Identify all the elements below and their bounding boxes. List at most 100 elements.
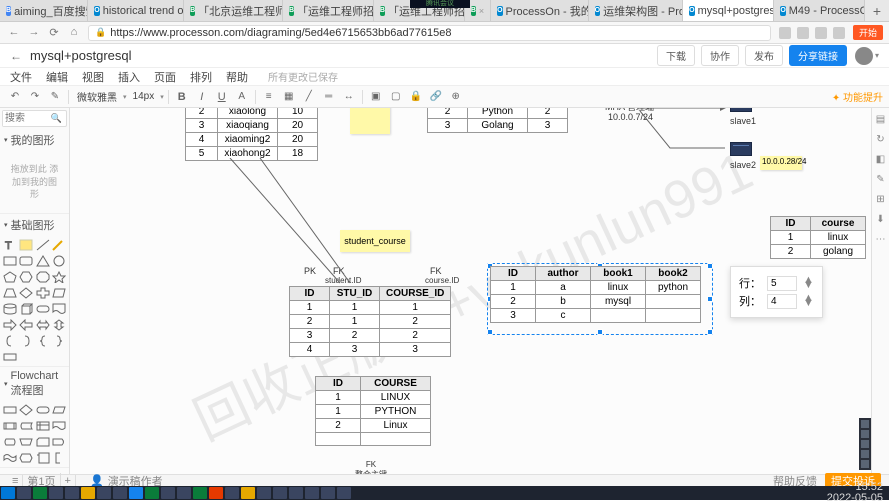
taskbar-icon[interactable] bbox=[145, 487, 159, 499]
taskbar-icon[interactable] bbox=[17, 487, 31, 499]
browser-tab[interactable]: Baiming_百度搜索× bbox=[0, 0, 88, 22]
taskbar-icon[interactable] bbox=[257, 487, 271, 499]
taskbar-icon[interactable] bbox=[129, 487, 143, 499]
start-button[interactable]: 开始 bbox=[853, 25, 883, 40]
close-icon[interactable]: × bbox=[479, 6, 484, 16]
comment-icon[interactable]: ⊕ bbox=[447, 89, 465, 105]
shape-cylinder[interactable] bbox=[3, 302, 17, 316]
browser-tab[interactable]: B「北京运维工程师...× bbox=[184, 0, 283, 22]
shape-plus[interactable] bbox=[36, 286, 50, 300]
menu-view[interactable]: 视图 bbox=[82, 69, 104, 85]
shape-process[interactable] bbox=[3, 403, 17, 417]
browser-tab[interactable]: B「运维工程师招...× bbox=[283, 0, 374, 22]
front-icon[interactable]: ▣ bbox=[367, 89, 385, 105]
collab-button[interactable]: 协作 bbox=[701, 45, 739, 66]
shape-rect[interactable] bbox=[3, 254, 17, 268]
size-select[interactable]: 14px bbox=[129, 91, 159, 102]
shape-predef[interactable] bbox=[3, 419, 17, 433]
shape-internal[interactable] bbox=[36, 419, 50, 433]
taskbar-icon[interactable] bbox=[193, 487, 207, 499]
pages-icon[interactable]: ≡ bbox=[8, 475, 23, 487]
add-page-icon[interactable]: + bbox=[61, 475, 76, 487]
menu-edit[interactable]: 编辑 bbox=[46, 69, 68, 85]
extension-icon[interactable] bbox=[833, 27, 845, 39]
menu-page[interactable]: 页面 bbox=[154, 69, 176, 85]
shape-manual[interactable] bbox=[19, 435, 33, 449]
shape-circle[interactable] bbox=[52, 254, 66, 268]
avatar[interactable] bbox=[855, 47, 873, 65]
taskbar-icon[interactable] bbox=[49, 487, 63, 499]
server-icon[interactable] bbox=[730, 142, 752, 156]
sticky-note[interactable] bbox=[350, 108, 390, 134]
shape-doc2[interactable] bbox=[52, 419, 66, 433]
taskbar-icon[interactable] bbox=[225, 487, 239, 499]
float-icon[interactable] bbox=[861, 430, 869, 438]
taskbar-icon[interactable] bbox=[337, 487, 351, 499]
table-course[interactable]: IDCOURSE 1LINUX 1PYTHON 2Linux bbox=[315, 376, 431, 446]
shape-capsule[interactable] bbox=[36, 302, 50, 316]
shape-data[interactable] bbox=[52, 403, 66, 417]
new-tab-button[interactable]: + bbox=[865, 3, 889, 19]
reload-icon[interactable]: ⟳ bbox=[48, 26, 60, 39]
taskbar-icon[interactable] bbox=[305, 487, 319, 499]
download-button[interactable]: 下载 bbox=[657, 45, 695, 66]
shape-brace-r[interactable] bbox=[52, 334, 66, 348]
address-bar[interactable]: 🔒https://www.processon.com/diagraming/5e… bbox=[88, 25, 771, 41]
grid-icon[interactable]: ⊞ bbox=[875, 194, 887, 206]
table-lang[interactable]: 2Python2 3Golang3 bbox=[427, 108, 568, 133]
shape-arrow-r[interactable] bbox=[3, 318, 17, 332]
table-books[interactable]: IDauthorbook1book2 1alinuxpython 2bmysql… bbox=[490, 266, 701, 323]
shape-terminator[interactable] bbox=[36, 403, 50, 417]
menu-help[interactable]: 帮助 bbox=[226, 69, 248, 85]
group-mine[interactable]: ▾我的图形 bbox=[0, 129, 69, 151]
shape-roundrect[interactable] bbox=[19, 254, 33, 268]
canvas[interactable]: 回收正版课+v: kunlun991 2xiaolong10 3xiaoqian… bbox=[70, 108, 871, 474]
taskbar-icon[interactable] bbox=[321, 487, 335, 499]
link-icon[interactable]: 🔗 bbox=[427, 89, 445, 105]
menu-insert[interactable]: 插入 bbox=[118, 69, 140, 85]
share-button[interactable]: 分享链接 bbox=[789, 45, 847, 66]
dropzone[interactable]: 拖放到此 添加到我的图形 bbox=[4, 155, 65, 209]
shape-tape[interactable] bbox=[3, 451, 17, 465]
shape-line[interactable] bbox=[36, 238, 50, 252]
lock-icon[interactable]: 🔒 bbox=[407, 89, 425, 105]
connector-icon[interactable]: ↔ bbox=[340, 89, 358, 105]
taskbar-icon[interactable] bbox=[97, 487, 111, 499]
server-icon[interactable] bbox=[730, 108, 752, 112]
comment-icon[interactable]: ✎ bbox=[875, 174, 887, 186]
fill-icon[interactable]: ▦ bbox=[280, 89, 298, 105]
shape-bracket-r[interactable] bbox=[19, 334, 33, 348]
shape-trapezoid[interactable] bbox=[3, 286, 17, 300]
taskbar-icon[interactable] bbox=[65, 487, 79, 499]
shape-arrow-lr[interactable] bbox=[36, 318, 50, 332]
shape-card[interactable] bbox=[36, 435, 50, 449]
browser-tab[interactable]: O运维架构图 - Pro...× bbox=[589, 0, 683, 22]
back-icon[interactable]: ← bbox=[8, 26, 20, 39]
sticky-ip[interactable]: 10.0.0.28/24 bbox=[760, 156, 802, 170]
step-down-icon[interactable]: ▼ bbox=[803, 301, 814, 306]
table-students[interactable]: 2xiaolong10 3xiaoqiang20 4xiaoming220 5x… bbox=[185, 108, 318, 161]
shape-star[interactable] bbox=[52, 270, 66, 284]
float-icon[interactable] bbox=[861, 440, 869, 448]
shape-arrow-ud[interactable] bbox=[52, 318, 66, 332]
taskbar-icon[interactable] bbox=[273, 487, 287, 499]
shape-decision[interactable] bbox=[19, 403, 33, 417]
line-style-icon[interactable]: ═ bbox=[320, 89, 338, 105]
shape-cube[interactable] bbox=[19, 302, 33, 316]
format-painter-icon[interactable]: ✎ bbox=[46, 89, 64, 105]
undo-icon[interactable]: ↶ bbox=[6, 89, 24, 105]
taskbar-icon[interactable] bbox=[113, 487, 127, 499]
shape-diamond[interactable] bbox=[19, 286, 33, 300]
shape-doc[interactable] bbox=[52, 302, 66, 316]
doc-title[interactable]: mysql+postgresql bbox=[30, 48, 132, 63]
align-icon[interactable]: ≡ bbox=[260, 89, 278, 105]
shape-triangle[interactable] bbox=[36, 254, 50, 268]
taskbar-icon[interactable] bbox=[33, 487, 47, 499]
row-input[interactable] bbox=[767, 276, 797, 291]
taskbar-icon[interactable] bbox=[177, 487, 191, 499]
underline-icon[interactable]: U bbox=[213, 89, 231, 105]
taskbar-icon[interactable] bbox=[209, 487, 223, 499]
menu-file[interactable]: 文件 bbox=[10, 69, 32, 85]
shape-arrow-l[interactable] bbox=[19, 318, 33, 332]
menu-arrange[interactable]: 排列 bbox=[190, 69, 212, 85]
